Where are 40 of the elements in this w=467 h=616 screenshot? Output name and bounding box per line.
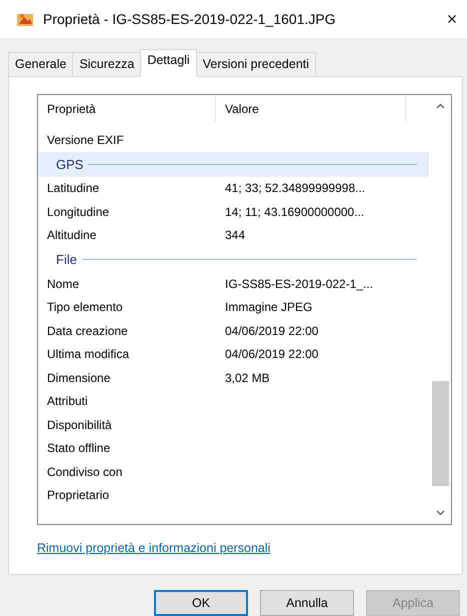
property-value: Immagine JPEG <box>224 300 312 314</box>
property-value: 04/06/2019 22:00 <box>224 324 318 338</box>
property-name: Proprietario <box>46 488 110 502</box>
property-name: Tipo elemento <box>46 300 124 314</box>
property-name: Longitudine <box>46 204 110 219</box>
property-name: Latitudine <box>46 181 100 196</box>
scroll-up-icon[interactable] <box>436 103 444 109</box>
property-value: 344 <box>224 228 246 242</box>
group-header[interactable]: File <box>38 247 429 272</box>
dialog-button[interactable]: Annulla <box>260 590 354 616</box>
column-header[interactable]: Valore <box>216 95 406 122</box>
tab[interactable]: Dettagli <box>140 49 197 77</box>
property-name: Attributi <box>46 394 89 408</box>
tab[interactable]: Generale <box>8 52 74 76</box>
remove-properties-link[interactable]: Rimuovi proprietà e informazioni personali <box>37 541 270 555</box>
property-name: Altitudine <box>46 228 98 242</box>
dialog-button[interactable]: OK <box>154 590 248 616</box>
group-label: File <box>56 252 77 267</box>
scroll-down-icon[interactable] <box>436 510 444 516</box>
property-name: Stato offline <box>46 441 112 456</box>
property-value: 41; 33; 52.34899999998... <box>224 181 366 196</box>
group-header[interactable]: GPS <box>38 152 429 176</box>
property-name: Versione EXIF <box>46 132 125 147</box>
property-value: 14; 11; 43.16900000000... <box>224 204 364 219</box>
scroll-thumb[interactable] <box>432 381 448 486</box>
property-name: Dimensione <box>46 370 112 385</box>
property-name: Data creazione <box>46 324 129 338</box>
property-name: Disponibilità <box>46 418 113 432</box>
close-button[interactable]: × <box>437 8 467 30</box>
property-name: Nome <box>46 276 80 291</box>
window-title: Proprietà - IG-SS85-ES-2019-022-1_1601.JPG <box>43 11 337 27</box>
group-label: GPS <box>56 156 84 172</box>
property-name: Ultima modifica <box>46 347 130 362</box>
tab[interactable]: Versioni precedenti <box>196 52 316 76</box>
app-icon <box>16 11 34 27</box>
property-value: IG-SS85-ES-2019-022-1_... <box>224 276 374 291</box>
column-header[interactable]: Proprietà <box>38 95 216 122</box>
property-value: 3,02 MB <box>224 370 270 385</box>
property-name: Condiviso con <box>46 464 124 479</box>
property-value: 04/06/2019 22:00 <box>224 347 318 362</box>
